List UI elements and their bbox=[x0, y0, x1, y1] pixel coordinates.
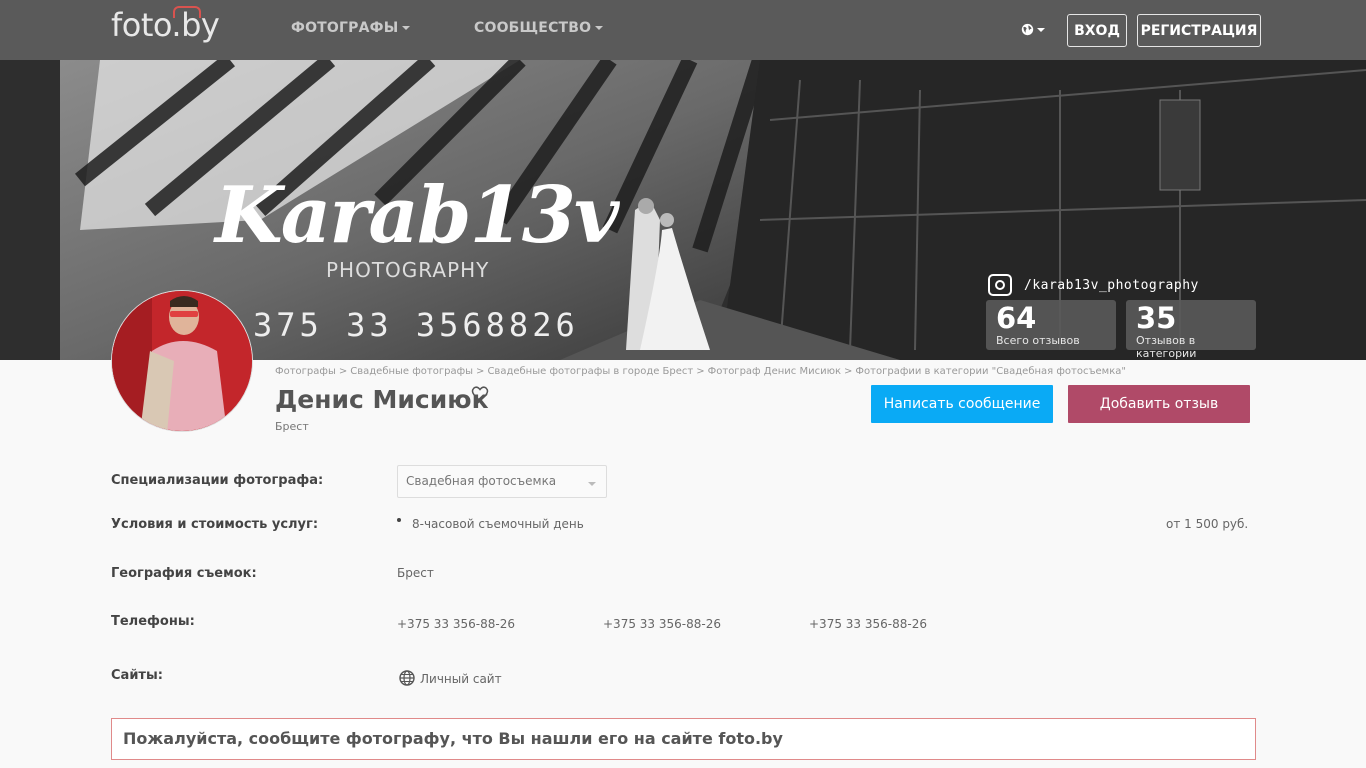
instagram-link[interactable]: /karab13v_photography bbox=[988, 274, 1199, 296]
photographer-city: Брест bbox=[275, 420, 309, 433]
condition-price: от 1 500 руб. bbox=[1166, 517, 1249, 531]
phones-label: Телефоны: bbox=[111, 614, 195, 629]
breadcrumb-separator: > bbox=[476, 366, 485, 377]
breadcrumb-item[interactable]: Свадебные фотографы в городе Брест bbox=[487, 366, 693, 377]
stat-total-reviews-label: Всего отзывов bbox=[996, 334, 1080, 347]
globe-icon bbox=[399, 670, 415, 686]
nav-menu-photographers-label: ФОТОГРАФЫ bbox=[291, 20, 399, 36]
stat-total-reviews[interactable]: 64 Всего отзывов bbox=[986, 300, 1116, 350]
phone-number[interactable]: +375 33 356-88-26 bbox=[603, 617, 721, 631]
phone-number[interactable]: +375 33 356-88-26 bbox=[397, 617, 515, 631]
breadcrumb-separator: > bbox=[338, 366, 348, 377]
personal-site-link[interactable]: Личный сайт bbox=[420, 672, 502, 686]
stat-total-reviews-value: 64 bbox=[996, 301, 1037, 335]
photographer-name: Денис Мисиюк bbox=[275, 385, 489, 414]
breadcrumb-item[interactable]: Свадебные фотографы bbox=[350, 366, 473, 377]
specialization-select[interactable]: Свадебная фотосъемка bbox=[397, 465, 607, 498]
stat-category-reviews[interactable]: 35 Отзывов в категории bbox=[1126, 300, 1256, 360]
sites-label: Сайты: bbox=[111, 668, 163, 683]
condition-item: 8-часовой съемочный день bbox=[412, 517, 584, 531]
logo-roof-icon bbox=[173, 6, 201, 18]
chevron-down-icon bbox=[402, 26, 411, 30]
breadcrumb: Фотографы > Свадебные фотографы > Свадебные … bbox=[275, 366, 1126, 377]
brand-title: Karab13v bbox=[215, 170, 619, 261]
stat-category-reviews-value: 35 bbox=[1136, 301, 1177, 335]
breadcrumb-separator: > bbox=[844, 366, 853, 377]
heart-icon[interactable] bbox=[471, 385, 489, 403]
instagram-handle: /karab13v_photography bbox=[1024, 277, 1199, 293]
breadcrumb-item: Фотографии в категории "Свадебная фотосъ… bbox=[855, 366, 1126, 377]
register-button[interactable]: РЕГИСТРАЦИЯ bbox=[1137, 14, 1261, 47]
nav-menu-community-label: СООБЩЕСТВО bbox=[474, 20, 592, 36]
chevron-down-icon bbox=[588, 482, 596, 486]
language-dropdown[interactable] bbox=[1021, 20, 1045, 38]
breadcrumb-item[interactable]: Фотографы bbox=[275, 366, 336, 377]
nav-menu-community[interactable]: СООБЩЕСТВО bbox=[474, 20, 604, 36]
specialization-select-value: Свадебная фотосъемка bbox=[406, 474, 557, 488]
write-message-button[interactable]: Написать сообщение bbox=[871, 385, 1053, 423]
breadcrumb-item[interactable]: Фотограф Денис Мисиюк bbox=[708, 366, 841, 377]
phone-number[interactable]: +375 33 356-88-26 bbox=[809, 617, 927, 631]
notice-banner: Пожалуйста, сообщите фотографу, что Вы н… bbox=[111, 718, 1256, 760]
globe-icon bbox=[1021, 23, 1034, 36]
stat-category-reviews-label: Отзывов в категории bbox=[1136, 334, 1197, 360]
logo-text: foto.by bbox=[111, 6, 220, 44]
brand-phone: 375 33 3568826 bbox=[253, 306, 579, 344]
conditions-label: Условия и стоимость услуг: bbox=[111, 517, 319, 532]
avatar-photo bbox=[112, 291, 252, 431]
top-navigation-bar: foto.by ФОТОГРАФЫ СООБЩЕСТВО ВХОД РЕГИСТ… bbox=[0, 0, 1366, 60]
login-button[interactable]: ВХОД bbox=[1067, 14, 1127, 47]
geography-label: География съемок: bbox=[111, 566, 257, 581]
instagram-icon bbox=[988, 274, 1012, 296]
site-logo[interactable]: foto.by bbox=[111, 6, 220, 44]
avatar[interactable] bbox=[111, 290, 253, 432]
brand-subtitle: PHOTOGRAPHY bbox=[326, 258, 490, 282]
nav-menu-photographers[interactable]: ФОТОГРАФЫ bbox=[291, 20, 411, 36]
specialization-label: Специализации фотографа: bbox=[111, 473, 324, 488]
geography-value: Брест bbox=[397, 566, 434, 580]
add-review-button[interactable]: Добавить отзыв bbox=[1068, 385, 1250, 423]
chevron-down-icon bbox=[1037, 27, 1045, 32]
list-bullet bbox=[397, 518, 401, 522]
breadcrumb-separator: > bbox=[696, 366, 705, 377]
chevron-down-icon bbox=[595, 26, 604, 30]
